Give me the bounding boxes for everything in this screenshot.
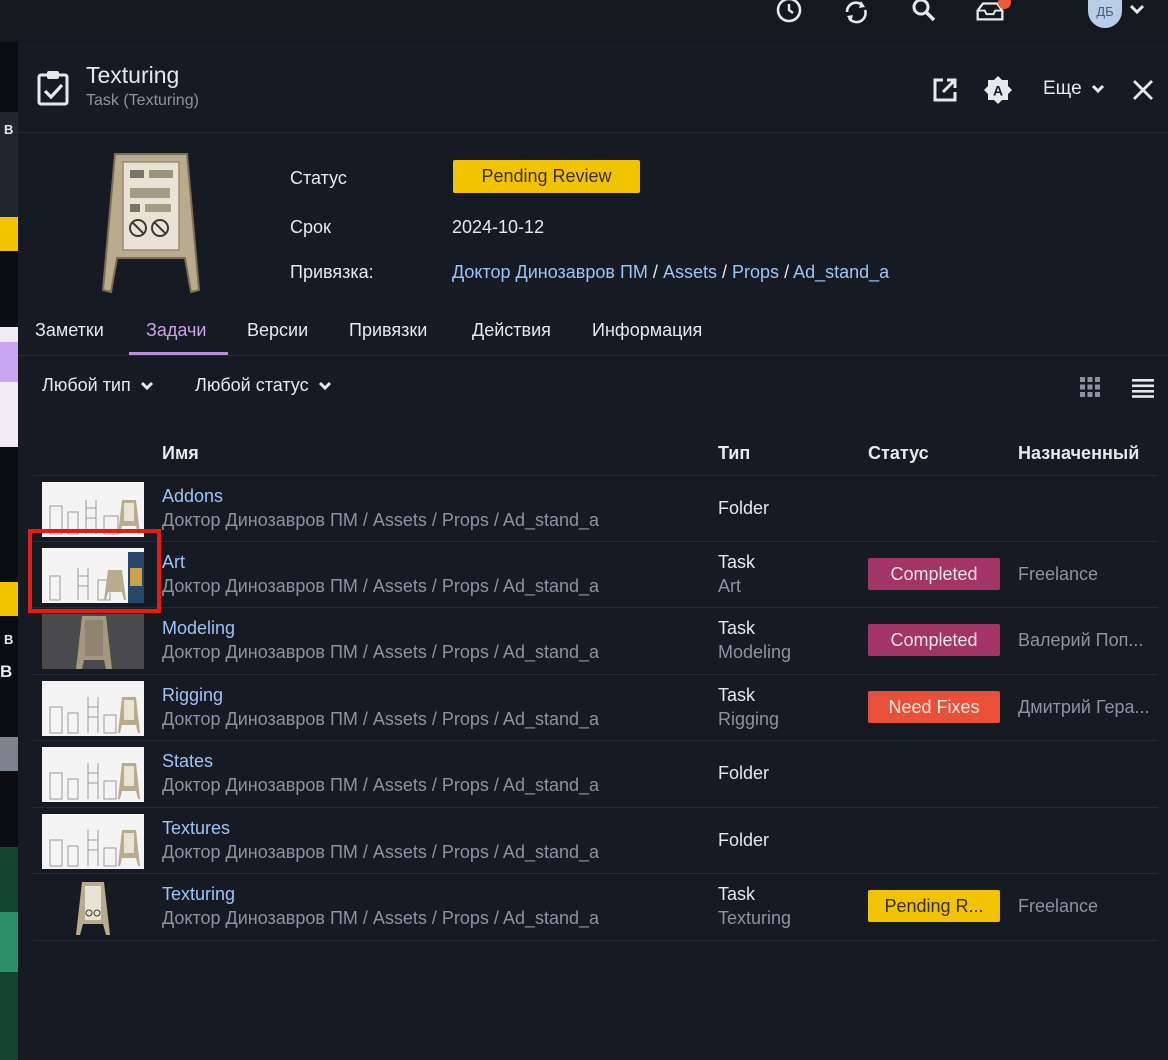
sync-icon[interactable] [841, 0, 871, 30]
breadcrumb-project[interactable]: Доктор Динозавров ПМ [452, 262, 648, 282]
row-path: Доктор Динозавров ПМ / Assets / Props / … [162, 709, 600, 729]
row-task-type: Texturing [718, 908, 792, 928]
row-name[interactable]: States [162, 751, 213, 772]
tab-versions[interactable]: Версии [247, 320, 308, 341]
row-type: Folder [718, 763, 770, 783]
row-path: Доктор Динозавров ПМ / Assets / Props / … [162, 908, 600, 928]
row-thumbnail [42, 681, 144, 736]
column-header-assignee[interactable]: Назначенный [1018, 443, 1139, 464]
table-row[interactable]: Addons Доктор Динозавров ПМ / Assets / P… [33, 475, 1158, 542]
row-name[interactable]: Modeling [162, 618, 235, 639]
status-filter-dropdown[interactable]: Любой статус [195, 375, 332, 396]
chevron-down-icon [1091, 84, 1105, 94]
row-type: Task [718, 884, 756, 904]
page-subtitle: Task (Texturing) [86, 92, 199, 109]
status-label: Статус [290, 168, 347, 188]
row-assignee: Дмитрий Гера... [1018, 697, 1150, 717]
tab-notes[interactable]: Заметки [35, 320, 104, 341]
row-assignee: Freelance [1018, 564, 1099, 584]
table-row[interactable]: Texturing Доктор Динозавров ПМ / Assets … [33, 873, 1158, 941]
table-row[interactable]: Modeling Доктор Динозавров ПМ / Assets /… [33, 607, 1158, 674]
row-thumbnail [42, 814, 144, 869]
status-badge[interactable]: Need Fixes [868, 691, 1000, 723]
chevron-down-icon [318, 381, 331, 391]
status-badge[interactable]: Pending R... [868, 890, 1000, 922]
due-value: 2024-10-12 [452, 217, 545, 237]
highlight-box [28, 529, 161, 613]
list-view-icon[interactable] [1131, 378, 1155, 398]
row-task-type: Rigging [718, 709, 780, 729]
breadcrumb-asset[interactable]: Ad_stand_a [793, 262, 889, 282]
row-name[interactable]: Rigging [162, 685, 223, 706]
task-clipboard-icon [37, 71, 69, 106]
tab-actions[interactable]: Действия [472, 320, 551, 341]
status-badge[interactable]: Completed [868, 558, 1000, 590]
page-title: Texturing [86, 62, 180, 88]
row-thumbnail [42, 614, 144, 669]
row-name[interactable]: Texturing [162, 884, 235, 905]
row-task-type: Art [718, 576, 742, 596]
link-label: Привязка: [290, 262, 374, 282]
status-badge[interactable]: Pending Review [453, 160, 640, 193]
type-filter-label: Любой тип [42, 375, 131, 395]
history-icon[interactable] [774, 0, 804, 30]
breadcrumb-props[interactable]: Props [732, 262, 779, 282]
tab-tasks[interactable]: Задачи [146, 320, 206, 341]
column-header-name[interactable]: Имя [162, 443, 199, 464]
table-row[interactable]: Rigging Доктор Динозавров ПМ / Assets / … [33, 674, 1158, 741]
row-type: Folder [718, 830, 770, 850]
row-type: Task [718, 685, 756, 705]
column-header-status[interactable]: Статус [868, 443, 929, 464]
row-path: Доктор Динозавров ПМ / Assets / Props / … [162, 576, 600, 596]
row-type: Task [718, 552, 756, 572]
row-thumbnail [42, 880, 144, 935]
open-external-icon[interactable] [932, 77, 958, 103]
table-row[interactable]: Art Доктор Динозавров ПМ / Assets / Prop… [33, 541, 1158, 608]
notification-dot [998, 0, 1011, 9]
status-filter-label: Любой статус [195, 375, 309, 395]
row-type: Folder [718, 498, 770, 518]
task-detail-panel: Texturing Task (Texturing) A Еще Статус … [18, 42, 1168, 1060]
search-icon[interactable] [909, 0, 939, 30]
background-app-strip: B B B [0, 42, 18, 1060]
tab-bar: Заметки Задачи Версии Привязки Действия … [18, 312, 1168, 356]
active-tab-indicator [129, 352, 228, 355]
due-label: Срок [290, 217, 331, 237]
column-header-type[interactable]: Тип [718, 443, 750, 464]
row-name[interactable]: Art [162, 552, 185, 573]
auto-brightness-icon[interactable]: A [983, 75, 1013, 105]
row-path: Доктор Динозавров ПМ / Assets / Props / … [162, 775, 600, 795]
type-filter-dropdown[interactable]: Любой тип [42, 375, 154, 396]
table-row[interactable]: States Доктор Динозавров ПМ / Assets / P… [33, 740, 1158, 807]
more-label: Еще [1043, 78, 1082, 99]
row-path: Доктор Динозавров ПМ / Assets / Props / … [162, 510, 600, 530]
avatar[interactable]: ДБ [1088, 0, 1122, 28]
row-thumbnail [42, 747, 144, 802]
breadcrumb-assets[interactable]: Assets [663, 262, 717, 282]
ad-stand-thumbnail [101, 153, 201, 294]
row-path: Доктор Динозавров ПМ / Assets / Props / … [162, 642, 600, 662]
status-badge[interactable]: Completed [868, 624, 1000, 656]
row-task-type: Modeling [718, 642, 792, 662]
tab-info[interactable]: Информация [592, 320, 702, 341]
top-bar: ДБ [0, 0, 1168, 42]
tab-links[interactable]: Привязки [349, 320, 427, 341]
chevron-down-icon[interactable] [1129, 4, 1145, 16]
link-breadcrumb: Доктор Динозавров ПМ / Assets / Props / … [452, 262, 890, 282]
chevron-down-icon [140, 381, 153, 391]
close-icon[interactable] [1132, 79, 1154, 101]
row-path: Доктор Динозавров ПМ / Assets / Props / … [162, 842, 600, 862]
row-assignee: Freelance [1018, 896, 1099, 916]
row-name[interactable]: Textures [162, 818, 230, 839]
row-assignee: Валерий Поп... [1018, 630, 1144, 650]
row-type: Task [718, 618, 756, 638]
panel-header: Texturing Task (Texturing) A Еще [18, 42, 1168, 133]
svg-text:A: A [993, 83, 1003, 99]
grid-view-icon[interactable] [1079, 376, 1101, 398]
row-name[interactable]: Addons [162, 486, 223, 507]
table-row[interactable]: Textures Доктор Динозавров ПМ / Assets /… [33, 807, 1158, 874]
more-menu-button[interactable]: Еще [1043, 78, 1105, 100]
